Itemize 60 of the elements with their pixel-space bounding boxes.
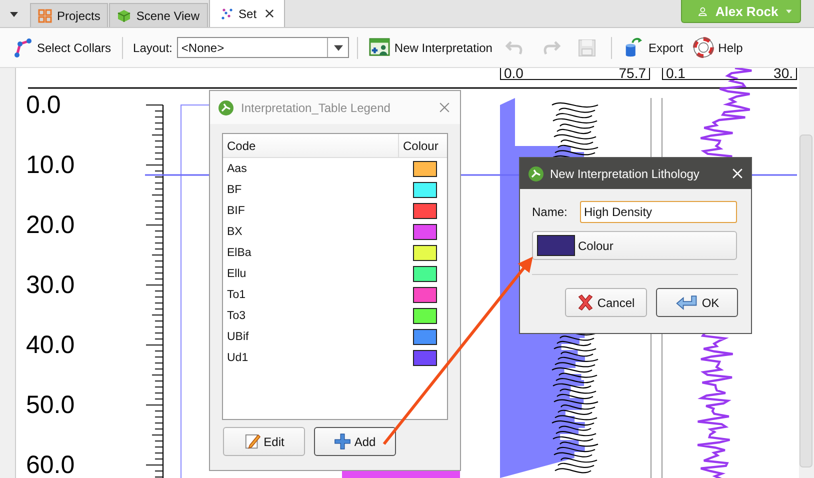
nodes-icon bbox=[13, 38, 33, 58]
save-icon bbox=[577, 38, 598, 58]
depth-label: 10.0 bbox=[26, 150, 75, 180]
name-field[interactable]: High Density bbox=[580, 201, 737, 223]
range-max: 30. bbox=[774, 67, 793, 79]
toolbar-button[interactable]: Select Collars bbox=[10, 36, 114, 60]
toolbar-button[interactable]: Help bbox=[690, 35, 746, 60]
range-min: 0.1 bbox=[666, 67, 686, 79]
depth-label: 50.0 bbox=[26, 390, 75, 420]
range-min: 0.0 bbox=[504, 67, 524, 79]
range-max: 75.7 bbox=[618, 67, 646, 79]
code-cell-text: BX bbox=[227, 226, 244, 238]
colour-button[interactable]: Colour bbox=[532, 231, 737, 260]
code-cell-text: To3 bbox=[227, 310, 247, 322]
column-header: Colour bbox=[402, 138, 440, 154]
cross-icon bbox=[577, 294, 594, 311]
depth-label: 30.0 bbox=[26, 270, 75, 300]
edit-button[interactable]: Edit bbox=[223, 427, 305, 456]
name-label: Name: bbox=[532, 205, 568, 219]
add-button[interactable]: Add bbox=[314, 427, 396, 456]
depth-label: 60.0 bbox=[26, 450, 75, 478]
code-cell-text: ElBa bbox=[227, 246, 252, 258]
caret-icon bbox=[334, 44, 343, 50]
depth-label: 0.0 bbox=[26, 90, 61, 120]
dialog-title: Interpretation_Table Legend bbox=[241, 100, 392, 114]
column-header: Code bbox=[223, 134, 399, 157]
app-logo-icon bbox=[218, 100, 234, 116]
toolbar-button[interactable]: Export bbox=[620, 35, 686, 60]
dialog-title: New Interpretation Lithology bbox=[550, 166, 700, 180]
image-add-icon bbox=[369, 37, 390, 58]
code-cell-text: BIF bbox=[227, 204, 246, 216]
layout-label: Layout: bbox=[132, 40, 172, 54]
lifebuoy-icon bbox=[693, 37, 714, 58]
app-logo-icon bbox=[528, 166, 544, 182]
tab[interactable]: Set bbox=[208, 0, 285, 27]
caret-icon bbox=[786, 8, 792, 14]
ok-button[interactable]: OK bbox=[656, 288, 738, 317]
tab-menu-caret-icon[interactable] bbox=[10, 12, 18, 17]
cancel-button[interactable]: Cancel bbox=[565, 288, 647, 317]
cylinder-arrow-icon bbox=[623, 37, 644, 58]
code-cell-text: UBif bbox=[227, 330, 250, 342]
tab[interactable]: Projects bbox=[30, 3, 108, 27]
depth-label: 20.0 bbox=[26, 210, 75, 240]
tab[interactable]: Scene View bbox=[109, 3, 208, 27]
grid-icon bbox=[38, 8, 52, 22]
scatter-icon bbox=[220, 6, 234, 20]
layout-dropdown[interactable]: <None> bbox=[177, 37, 350, 58]
pencil-icon bbox=[244, 433, 261, 450]
close-icon[interactable] bbox=[264, 9, 274, 18]
depth-label: 40.0 bbox=[26, 330, 75, 360]
person-icon bbox=[698, 4, 708, 18]
toolbar-button[interactable]: New Interpretation bbox=[366, 35, 496, 60]
code-cell-text: To1 bbox=[227, 288, 247, 300]
cube-icon bbox=[117, 8, 132, 22]
code-cell-text: Aas bbox=[227, 162, 248, 174]
code-cell-text: Ud1 bbox=[227, 352, 250, 364]
plus-icon bbox=[334, 433, 352, 450]
enter-arrow-icon bbox=[674, 294, 699, 311]
code-cell-text: Ellu bbox=[227, 268, 248, 280]
code-cell-text: BF bbox=[227, 184, 243, 196]
